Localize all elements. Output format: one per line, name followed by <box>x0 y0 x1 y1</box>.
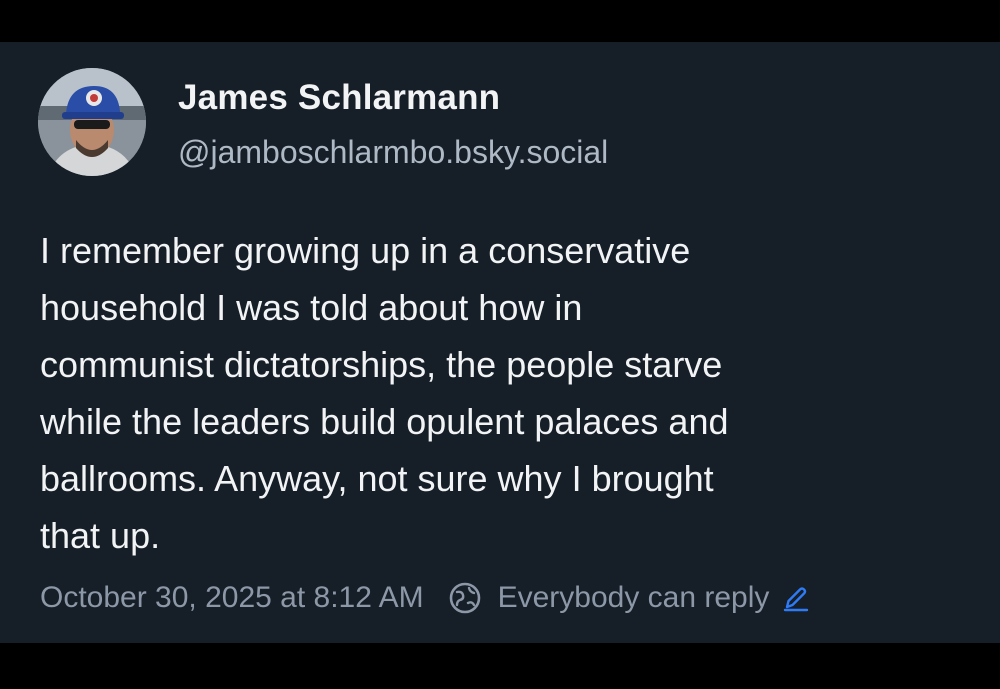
reply-setting-label[interactable]: Everybody can reply <box>498 581 770 615</box>
post-text: I remember growing up in a conservative … <box>40 222 960 564</box>
globe-icon <box>448 581 482 615</box>
post-card: James Schlarmann @jamboschlarmbo.bsky.so… <box>0 42 1000 643</box>
post-text-line: while the leaders build opulent palaces … <box>40 401 729 442</box>
post-text-line: household I was told about how in <box>40 287 583 328</box>
avatar[interactable] <box>38 68 146 176</box>
post-timestamp: October 30, 2025 at 8:12 AM <box>40 581 424 614</box>
post-text-line: I remember growing up in a conservative <box>40 230 691 271</box>
pencil-icon[interactable] <box>781 583 811 613</box>
author-handle[interactable]: @jamboschlarmbo.bsky.social <box>178 134 608 171</box>
author-display-name[interactable]: James Schlarmann <box>178 78 500 118</box>
post-text-line: that up. <box>40 515 161 556</box>
avatar-image <box>38 68 146 176</box>
post-text-line: communist dictatorships, the people star… <box>40 344 723 385</box>
post-text-line: ballrooms. Anyway, not sure why I brough… <box>40 458 714 499</box>
post-meta: October 30, 2025 at 8:12 AM Everybody ca… <box>40 578 811 618</box>
